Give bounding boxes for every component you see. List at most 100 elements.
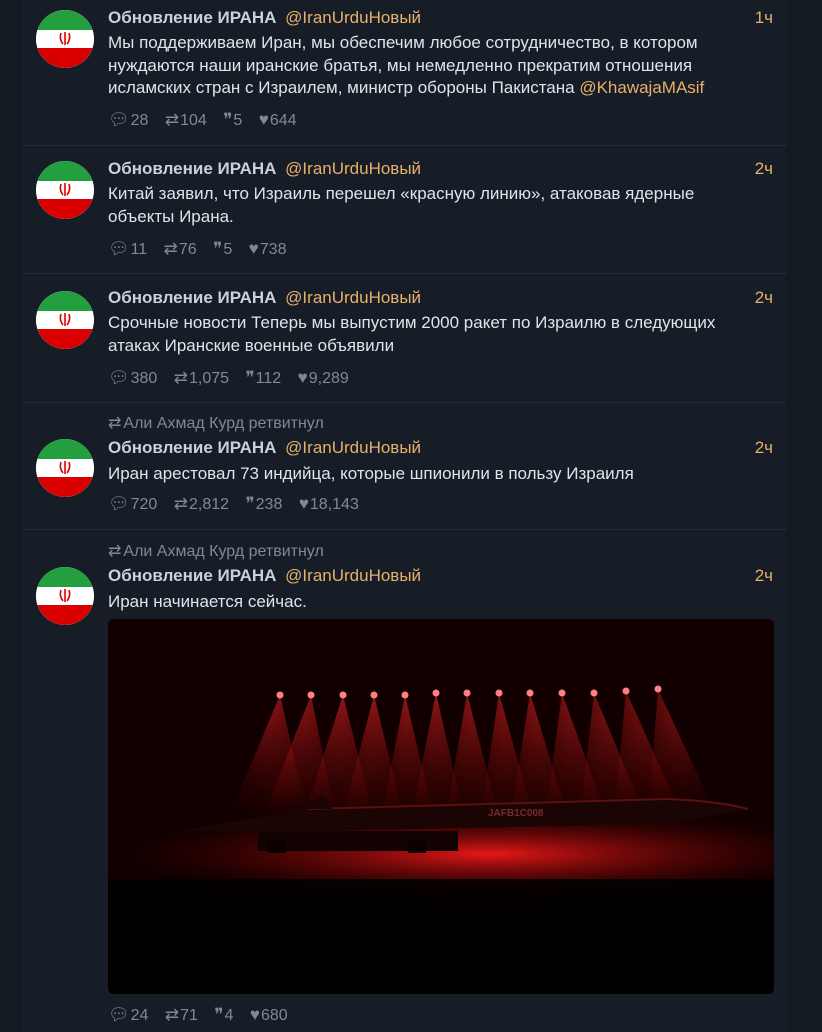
author-handle[interactable]: @IranUrduНовый <box>285 8 421 27</box>
timeline-column: Обновление ИРАНА @IranUrduНовый 1ч Мы по… <box>22 0 787 1032</box>
tweet-header: Обновление ИРАНА @IranUrduНовый 2ч <box>108 566 773 586</box>
author-handle[interactable]: @IranUrduНовый <box>285 288 421 307</box>
author-name[interactable]: Обновление ИРАНА <box>108 288 276 307</box>
tweet-text: Китай заявил, что Израиль перешел «красн… <box>108 184 695 226</box>
iran-flag-icon <box>36 567 94 625</box>
tweet-text: Срочные новости Теперь мы выпустим 2000 … <box>108 313 716 355</box>
iran-flag-icon <box>36 10 94 68</box>
tweet-item[interactable]: ⇄ Али Ахмад Курд ретвитнул Обновление ИРА… <box>22 402 787 530</box>
like-button[interactable]: ♥738 <box>249 239 287 258</box>
reply-button[interactable]: 💬︎11 <box>108 239 147 258</box>
tweet-header: Обновление ИРАНА @IranUrduНовый 2ч <box>108 438 773 458</box>
timestamp[interactable]: 2ч <box>755 438 773 458</box>
tweet-item[interactable]: Обновление ИРАНА @IranUrduНовый 2ч Срочн… <box>22 273 787 403</box>
tweet-header: Обновление ИРАНА @IranUrduНовый 1ч <box>108 8 773 28</box>
tweet-media-image[interactable]: JAFB1C008 <box>108 619 774 994</box>
retweet-button[interactable]: ⇄76 <box>163 239 197 258</box>
quote-count: 238 <box>255 496 283 513</box>
reply-button[interactable]: 💬︎380 <box>108 368 157 387</box>
retweet-count: 71 <box>180 1007 198 1024</box>
quote-button[interactable]: ❞4 <box>214 1005 234 1024</box>
quote-count: 5 <box>223 241 233 258</box>
reply-button[interactable]: 💬︎720 <box>108 494 158 513</box>
avatar[interactable] <box>36 567 94 625</box>
iran-flag-icon <box>36 439 94 497</box>
retweet-arrows-icon: ⇄ <box>164 110 180 129</box>
quote-count: 4 <box>224 1007 234 1024</box>
avatar[interactable] <box>36 291 94 349</box>
author-handle[interactable]: @IranUrduНовый <box>285 566 421 585</box>
speech-bubble-icon: 💬︎ <box>108 1005 130 1024</box>
reply-button[interactable]: 💬︎28 <box>108 110 149 129</box>
retweet-button[interactable]: ⇄104 <box>164 110 207 129</box>
tweet-header: Обновление ИРАНА @IranUrduНовый 2ч <box>108 159 773 179</box>
retweeter-label: Али Ахмад Курд ретвитнул <box>123 543 324 560</box>
like-button[interactable]: ♥644 <box>258 110 297 129</box>
quote-count: 5 <box>233 112 243 129</box>
reply-count: 28 <box>130 112 149 129</box>
mention-link[interactable]: @KhawajaMAsif <box>579 78 704 97</box>
retweet-button[interactable]: ⇄2,812 <box>173 494 229 513</box>
avatar[interactable] <box>36 10 94 68</box>
like-count: 738 <box>259 241 287 258</box>
timestamp[interactable]: 2ч <box>755 566 773 586</box>
author-name[interactable]: Обновление ИРАНА <box>108 159 276 178</box>
heart-icon: ♥ <box>258 110 269 129</box>
quote-count: 112 <box>255 370 282 387</box>
retweet-arrows-icon: ⇄ <box>173 494 188 513</box>
quote-button[interactable]: ❞112 <box>245 368 282 387</box>
reply-count: 24 <box>130 1007 149 1024</box>
timestamp[interactable]: 2ч <box>755 288 773 308</box>
author-handle[interactable]: @IranUrduНовый <box>285 159 421 178</box>
tweet-actions: 💬︎380 ⇄1,075 ❞112 ♥9,289 <box>108 368 361 388</box>
quote-marks-icon: ❞ <box>213 239 223 258</box>
like-count: 9,289 <box>308 370 349 387</box>
like-button[interactable]: ♥9,289 <box>297 368 349 387</box>
retweet-context[interactable]: ⇄ Али Ахмад Курд ретвитнул <box>108 541 324 561</box>
retweet-arrows-icon: ⇄ <box>163 239 178 258</box>
heart-icon: ♥ <box>298 494 309 513</box>
retweeter-label: Али Ахмад Курд ретвитнул <box>123 415 324 432</box>
author-name[interactable]: Обновление ИРАНА <box>108 8 276 27</box>
speech-bubble-icon: 💬︎ <box>108 239 130 258</box>
quote-button[interactable]: ❞5 <box>213 239 233 258</box>
retweet-arrows-icon: ⇄ <box>173 368 188 387</box>
author-name[interactable]: Обновление ИРАНА <box>108 566 276 585</box>
reply-button[interactable]: 💬︎24 <box>108 1005 149 1024</box>
timestamp[interactable]: 1ч <box>755 8 773 28</box>
reply-count: 720 <box>130 496 158 513</box>
quote-marks-icon: ❞ <box>214 1005 224 1024</box>
retweet-button[interactable]: ⇄1,075 <box>173 368 230 387</box>
retweet-arrows-icon: ⇄ <box>108 415 122 432</box>
missile-stage-image: JAFB1C008 <box>108 619 774 994</box>
tweet-item[interactable]: Обновление ИРАНА @IranUrduНовый 2ч Китай… <box>22 145 787 274</box>
iran-flag-icon <box>36 161 94 219</box>
tweet-actions: 💬︎28 ⇄104 ❞5 ♥644 <box>108 110 309 130</box>
quote-marks-icon: ❞ <box>245 368 255 387</box>
retweet-context[interactable]: ⇄ Али Ахмад Курд ретвитнул <box>108 413 324 433</box>
retweet-count: 1,075 <box>189 370 230 387</box>
iran-flag-icon <box>36 291 94 349</box>
heart-icon: ♥ <box>297 368 308 387</box>
quote-button[interactable]: ❞5 <box>223 110 243 129</box>
quote-marks-icon: ❞ <box>245 494 255 513</box>
speech-bubble-icon: 💬︎ <box>108 368 130 387</box>
like-button[interactable]: ♥18,143 <box>298 494 359 513</box>
avatar[interactable] <box>36 161 94 219</box>
retweet-count: 104 <box>180 112 207 129</box>
author-handle[interactable]: @IranUrduНовый <box>285 438 421 457</box>
tweet-item[interactable]: Обновление ИРАНА @IranUrduНовый 1ч Мы по… <box>22 0 787 146</box>
heart-icon: ♥ <box>249 1005 260 1024</box>
quote-button[interactable]: ❞238 <box>245 494 283 513</box>
tweet-item[interactable]: ⇄ Али Ахмад Курд ретвитнул Обновление ИРА… <box>22 529 787 1032</box>
like-count: 18,143 <box>309 496 359 513</box>
like-button[interactable]: ♥680 <box>249 1005 288 1024</box>
timestamp[interactable]: 2ч <box>755 159 773 179</box>
retweet-arrows-icon: ⇄ <box>164 1005 180 1024</box>
retweet-button[interactable]: ⇄71 <box>164 1005 198 1024</box>
avatar[interactable] <box>36 439 94 497</box>
tweet-actions: 💬︎11 ⇄76 ❞5 ♥738 <box>108 239 298 259</box>
like-count: 644 <box>269 112 297 129</box>
speech-bubble-icon: 💬︎ <box>108 110 130 129</box>
author-name[interactable]: Обновление ИРАНА <box>108 438 276 457</box>
